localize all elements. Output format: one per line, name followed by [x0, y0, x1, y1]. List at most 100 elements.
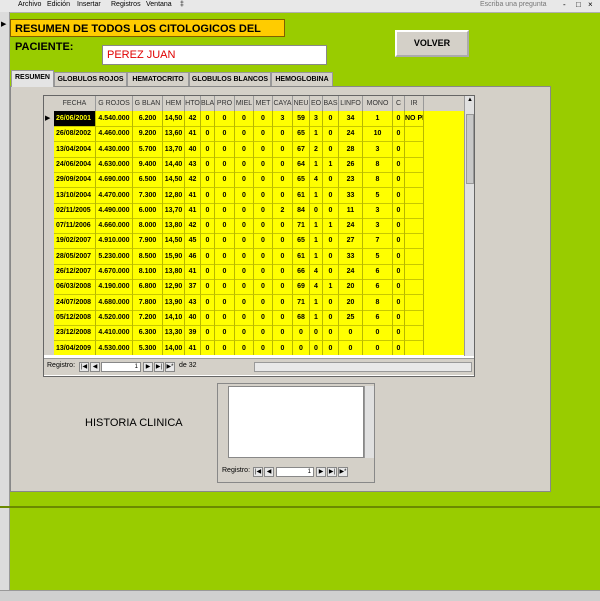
table-cell[interactable]: 24 — [339, 218, 363, 235]
table-cell[interactable]: 8.000 — [133, 218, 163, 235]
table-cell[interactable]: 0 — [254, 172, 273, 189]
column-header[interactable]: HEM — [163, 96, 185, 111]
tab-globulos-rojos[interactable]: GLOBULOS ROJOS — [54, 72, 127, 86]
table-cell[interactable]: 0 — [254, 309, 273, 326]
table-cell[interactable] — [405, 248, 424, 265]
table-cell[interactable]: 0 — [215, 126, 235, 143]
table-cell[interactable]: 0 — [201, 202, 215, 219]
table-cell[interactable]: 7.300 — [133, 187, 163, 204]
table-cell[interactable]: 0 — [215, 111, 235, 127]
table-cell[interactable]: 0 — [235, 172, 254, 189]
table-cell[interactable]: 1 — [310, 309, 323, 326]
table-cell[interactable]: 23 — [339, 172, 363, 189]
table-cell[interactable]: 0 — [201, 187, 215, 204]
table-cell[interactable]: 64 — [293, 156, 310, 173]
table-cell[interactable]: 0 — [393, 172, 405, 189]
historia-new-button[interactable]: ▶* — [338, 467, 348, 477]
table-cell[interactable]: 10 — [363, 126, 393, 143]
table-cell[interactable]: 0 — [254, 340, 273, 355]
historia-first-button[interactable]: |◀ — [253, 467, 263, 477]
column-header[interactable]: NEU — [293, 96, 310, 111]
table-cell[interactable]: 13,70 — [163, 141, 185, 158]
table-cell[interactable] — [405, 218, 424, 235]
table-cell[interactable]: 0 — [393, 202, 405, 219]
table-row[interactable]: 26/12/2007 4.670.000 8.100 13,80 41 0 0 0 0 0 66 4 0… — [54, 264, 464, 280]
table-cell[interactable]: 0 — [254, 141, 273, 158]
table-cell[interactable]: 0 — [393, 264, 405, 280]
menu-item[interactable]: ‡ — [180, 1, 184, 8]
last-record-button[interactable]: ▶| — [154, 362, 164, 372]
table-cell[interactable]: 4 — [310, 279, 323, 296]
table-cell[interactable]: 0 — [273, 156, 293, 173]
table-cell[interactable]: 0 — [310, 202, 323, 219]
table-cell[interactable]: 0 — [393, 309, 405, 326]
table-cell[interactable]: 4.460.000 — [96, 126, 133, 143]
table-cell[interactable]: 0 — [201, 218, 215, 235]
table-cell[interactable] — [405, 202, 424, 219]
table-cell[interactable]: 0 — [254, 202, 273, 219]
table-cell[interactable] — [405, 279, 424, 296]
record-number-input[interactable]: 1 — [101, 362, 141, 372]
table-cell[interactable]: 0 — [393, 111, 405, 127]
table-cell[interactable]: 9.400 — [133, 156, 163, 173]
table-cell[interactable]: 0 — [293, 340, 310, 355]
table-cell[interactable]: 0 — [273, 340, 293, 355]
table-cell[interactable]: 43 — [185, 294, 201, 311]
table-cell[interactable]: 0 — [273, 172, 293, 189]
table-cell[interactable]: 4.470.000 — [96, 187, 133, 204]
table-cell[interactable]: 0 — [254, 126, 273, 143]
table-cell[interactable]: 0 — [201, 172, 215, 189]
table-cell[interactable]: 41 — [185, 264, 201, 280]
table-cell[interactable]: 0 — [323, 340, 339, 355]
table-cell[interactable]: 4.630.000 — [96, 156, 133, 173]
table-cell[interactable]: 1 — [323, 218, 339, 235]
table-cell[interactable]: 0 — [339, 340, 363, 355]
table-cell[interactable]: 65 — [293, 233, 310, 250]
table-cell[interactable]: 6.500 — [133, 172, 163, 189]
table-cell[interactable]: 4.530.000 — [96, 340, 133, 355]
table-cell[interactable]: 8.500 — [133, 248, 163, 265]
table-cell[interactable]: 0 — [323, 264, 339, 280]
table-cell[interactable]: 0 — [323, 294, 339, 311]
tab-hematocrito[interactable]: HEMATOCRITO — [127, 72, 189, 86]
table-cell[interactable]: 0 — [254, 156, 273, 173]
table-cell[interactable]: 84 — [293, 202, 310, 219]
table-cell[interactable]: 13,60 — [163, 126, 185, 143]
column-header[interactable]: EO — [310, 96, 323, 111]
table-cell[interactable]: 42 — [185, 111, 201, 127]
table-cell[interactable]: 7.900 — [133, 233, 163, 250]
table-cell[interactable]: 8 — [363, 172, 393, 189]
table-cell[interactable]: 0 — [215, 172, 235, 189]
table-cell[interactable]: 6 — [363, 309, 393, 326]
grid-horizontal-scrollbar[interactable] — [254, 362, 472, 372]
table-cell[interactable]: 4.490.000 — [96, 202, 133, 219]
table-cell[interactable]: 0 — [273, 248, 293, 265]
table-cell[interactable]: 26/12/2007 — [54, 264, 96, 280]
table-row[interactable]: 24/06/2004 4.630.000 9.400 14,40 43 0 0 0 0 0 64 1 1… — [54, 156, 464, 173]
table-cell[interactable]: 0 — [323, 187, 339, 204]
table-cell[interactable]: 20 — [339, 279, 363, 296]
table-row[interactable]: 13/04/2009 4.530.000 5.300 14,00 41 0 0 0 0 0 0 0 0 0… — [54, 340, 464, 355]
table-cell[interactable]: 07/11/2006 — [54, 218, 96, 235]
table-cell[interactable]: 14,40 — [163, 156, 185, 173]
table-cell[interactable]: 41 — [185, 187, 201, 204]
table-cell[interactable]: 1 — [310, 156, 323, 173]
table-cell[interactable]: 0 — [235, 279, 254, 296]
new-record-button[interactable]: ▶* — [165, 362, 175, 372]
table-cell[interactable]: 61 — [293, 187, 310, 204]
table-cell[interactable]: 0 — [254, 264, 273, 280]
ask-question-box[interactable]: Escriba una pregunta — [480, 1, 547, 8]
table-row[interactable]: 07/11/2006 4.660.000 8.000 13,80 42 0 0 0 0 0 71 1 1… — [54, 218, 464, 235]
table-cell[interactable]: 14,00 — [163, 340, 185, 355]
table-cell[interactable]: 0 — [201, 309, 215, 326]
table-cell[interactable]: 0 — [215, 187, 235, 204]
table-cell[interactable]: 4.660.000 — [96, 218, 133, 235]
table-cell[interactable]: 0 — [215, 325, 235, 342]
table-cell[interactable]: 1 — [323, 156, 339, 173]
table-cell[interactable]: 0 — [393, 187, 405, 204]
table-cell[interactable]: 0 — [215, 279, 235, 296]
table-cell[interactable]: 0 — [273, 233, 293, 250]
patient-name-field[interactable]: PEREZ JUAN — [102, 45, 327, 65]
table-cell[interactable]: 26 — [339, 156, 363, 173]
table-cell[interactable]: 4.410.000 — [96, 325, 133, 342]
